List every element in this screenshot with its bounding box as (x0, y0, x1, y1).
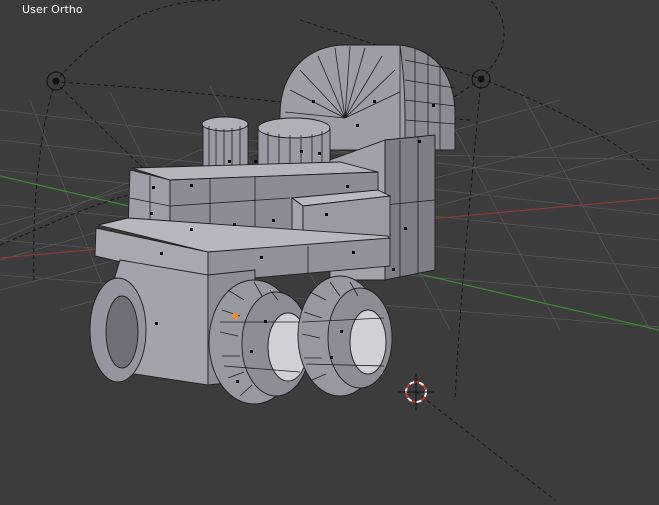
wheel-rear[interactable] (297, 275, 393, 397)
3d-cursor[interactable] (398, 374, 434, 410)
lamp-icon[interactable] (46, 71, 66, 91)
train-mesh[interactable] (89, 44, 456, 405)
view-label: User Ortho (22, 3, 83, 16)
selected-vertex[interactable] (232, 313, 238, 319)
3d-viewport[interactable]: User Ortho (0, 0, 659, 505)
lamp-icon[interactable] (471, 69, 491, 89)
wheel-front-left[interactable] (89, 277, 147, 383)
viewport-canvas[interactable] (0, 0, 659, 505)
chimney-front[interactable] (201, 116, 249, 173)
